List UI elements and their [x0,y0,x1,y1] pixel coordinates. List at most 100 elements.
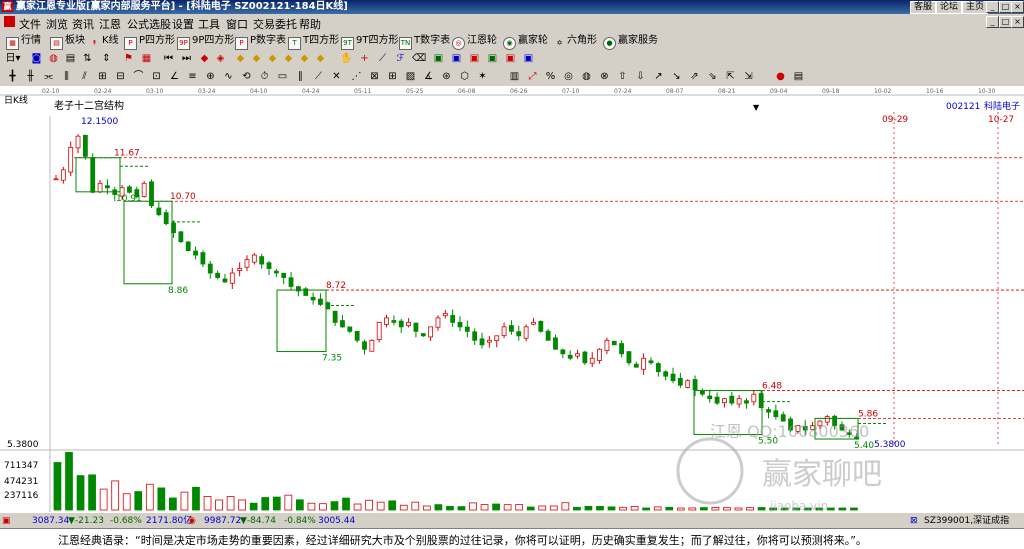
diamond-a-icon[interactable]: ◆ [234,52,247,65]
winner-wheel-button[interactable]: ◉ 赢家轮 [503,34,548,50]
arrow2-icon[interactable]: ↘ [670,70,683,83]
expand-icon[interactable]: ◆ [198,52,211,65]
mark-icon[interactable]: ⊗ [598,70,611,83]
plus-icon[interactable]: + [358,52,371,65]
menu-trade[interactable]: 交易委托 [253,16,297,32]
diamond-d-icon[interactable]: ◆ [282,52,295,65]
flag-icon[interactable]: ⚑ [122,52,135,65]
angle-icon[interactable]: ∠ [168,70,181,83]
gann-hex-icon[interactable]: ⬡ [458,70,471,83]
oval-icon[interactable]: ◎ [562,70,575,83]
customer-service-link[interactable]: 客服 [910,1,937,14]
period-icon[interactable]: ⫽ [78,70,91,83]
fan-icon[interactable]: ⫘ [42,70,55,83]
forum-link[interactable]: 论坛 [936,1,963,14]
diamond-e-icon[interactable]: ◆ [298,52,311,65]
child-close-button[interactable]: × [1011,16,1024,28]
arrow-icon[interactable]: ↗ [652,70,665,83]
gann-angle-icon[interactable]: ∡ [422,70,435,83]
minimize-button[interactable]: _ [986,1,999,13]
fib-icon[interactable]: ≡ [186,70,199,83]
t-table-button[interactable]: TN T数字表 [399,34,450,50]
gann-circle-icon[interactable]: ⊛ [440,70,453,83]
gann-wheel-button[interactable]: ◎ 江恩轮 [452,34,497,50]
arrow3-icon[interactable]: ⇗ [688,70,701,83]
right-ticker[interactable]: SZ399001,深证成指 [924,515,1009,527]
trend-icon[interactable]: ⟋ [312,70,325,83]
gann-star-icon[interactable]: ✶ [476,70,489,83]
gann-fan-icon[interactable]: ⋰ [350,70,363,83]
sectors-button[interactable]: ▤ 板块 [50,34,85,50]
kline-button[interactable]: ↟ K线 [89,34,119,47]
t-square-button[interactable]: T T四方形 [288,34,339,50]
text-icon[interactable]: ℱ [394,52,407,65]
calc-icon[interactable]: ▣ [432,52,445,65]
arrow6-icon[interactable]: ⇲ [742,70,755,83]
save-icon[interactable]: ▣ [450,52,463,65]
gann-box-icon[interactable]: ⊠ [368,70,381,83]
grid3-icon[interactable]: ⊞ [96,70,109,83]
settings-icon[interactable]: ▤ [792,70,805,83]
menu-news[interactable]: 资讯 [72,16,94,32]
window-icon[interactable]: ▣ [522,52,535,65]
list-icon[interactable]: ▤ [64,52,77,65]
line-icon[interactable]: ⟋ [376,52,389,65]
grid2-icon[interactable]: ▦ [140,52,153,65]
arrow5-icon[interactable]: ⇱ [724,70,737,83]
menu-file[interactable]: 文件 [19,16,41,32]
wave-icon[interactable]: ∿ [222,70,235,83]
service-button[interactable]: ● 赢家服务 [603,34,658,50]
percent-up-icon[interactable]: ⤢ [526,70,539,83]
oval2-icon[interactable]: ◍ [580,70,593,83]
9t-square-button[interactable]: 9T 9T四方形 [341,34,398,50]
period-day-dropdown[interactable]: 日▾ [4,52,22,65]
up-mark-icon[interactable]: ⇧ [616,70,629,83]
percent-icon[interactable]: % [544,70,557,83]
hand-icon[interactable]: ✋ [340,52,353,65]
color-wheel-icon[interactable]: ● [774,70,787,83]
import-icon[interactable]: ▣ [504,52,517,65]
sort-icon[interactable]: ⇅ [81,52,94,65]
diamond-b-icon[interactable]: ◆ [250,52,263,65]
table-icon[interactable]: ▥ [508,70,521,83]
diamond-f-icon[interactable]: ◆ [314,52,327,65]
menu-formula[interactable]: 公式选股 [127,16,171,32]
last-icon[interactable]: ⏭ [180,52,193,65]
arrow4-icon[interactable]: ⇘ [706,70,719,83]
time-icon[interactable]: ⏱ [258,70,271,83]
channel-icon[interactable]: ⫼ [60,70,73,83]
export-icon[interactable]: ▣ [486,52,499,65]
menu-window[interactable]: 窗口 [226,16,248,32]
menu-settings[interactable]: 设置 [172,16,194,32]
cycle-icon[interactable]: ⟲ [240,70,253,83]
eraser-icon[interactable]: ⌫ [412,52,426,65]
menu-gann[interactable]: 江恩 [99,16,121,32]
down-mark-icon[interactable]: ⇩ [634,70,647,83]
cursor-icon[interactable]: ⇕ [100,52,113,65]
p-square-button[interactable]: P P四方形 [124,34,175,50]
gann-grid-icon[interactable]: ⊞ [386,70,399,83]
menu-help[interactable]: 帮助 [299,16,321,32]
p-table-button[interactable]: P P数字表 [235,34,286,50]
kline-chart[interactable]: 02-10 02-24 03-10 03-24 04-10 04-24 05-11 05-25… [0,86,1024,513]
homepage-link[interactable]: 主页 [962,1,989,14]
parallel-icon[interactable]: ∥ [294,70,307,83]
menu-tools[interactable]: 工具 [198,16,220,32]
9p-square-button[interactable]: 9P 9P四方形 [177,34,234,50]
menu-browse[interactable]: 浏览 [46,16,68,32]
delete-icon[interactable]: ✕ [330,70,343,83]
print-icon[interactable]: ▣ [468,52,481,65]
zoom-icon[interactable]: ◙ [30,52,43,65]
cross-icon[interactable]: ╋ [6,70,19,83]
hexagon-button[interactable]: ✡ 六角形 [554,34,597,47]
child-minimize-button[interactable]: _ [986,16,999,28]
close-button[interactable]: × [1011,1,1024,13]
diamond-c-icon[interactable]: ◆ [266,52,279,65]
box-icon[interactable]: ⊟ [114,70,127,83]
square-icon[interactable]: ⊡ [150,70,163,83]
spiral-icon[interactable]: ⊕ [204,70,217,83]
arc-icon[interactable]: ⌒ [132,70,145,83]
first-icon[interactable]: ⏮ [162,52,175,65]
gann-square-icon[interactable]: ▨ [404,70,417,83]
rect-icon[interactable]: ▭ [276,70,289,83]
